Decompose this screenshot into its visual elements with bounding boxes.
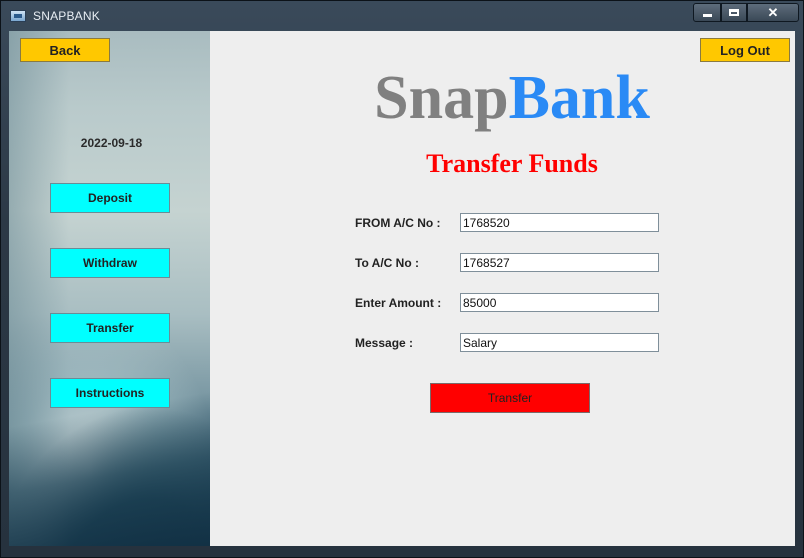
maximize-icon xyxy=(729,9,739,16)
minimize-button[interactable] xyxy=(693,3,721,22)
message-label: Message : xyxy=(355,336,414,350)
amount-input[interactable] xyxy=(460,293,659,312)
deposit-button-label: Deposit xyxy=(87,191,132,205)
deposit-button[interactable]: Deposit xyxy=(50,183,170,213)
withdraw-button[interactable]: Withdraw xyxy=(50,248,170,278)
client-area: Back 2022-09-18 Deposit Withdraw Transfe… xyxy=(9,31,795,546)
app-window: SNAPBANK ✕ Back 2022-09-18 Deposit Withd… xyxy=(0,0,804,558)
logout-button-label: Log Out xyxy=(720,42,770,58)
close-button[interactable]: ✕ xyxy=(747,3,799,22)
title-bar[interactable]: SNAPBANK ✕ xyxy=(1,1,803,31)
instructions-button[interactable]: Instructions xyxy=(50,378,170,408)
transfer-nav-button[interactable]: Transfer xyxy=(50,313,170,343)
current-date: 2022-09-18 xyxy=(80,136,143,150)
withdraw-button-label: Withdraw xyxy=(83,256,137,270)
close-icon: ✕ xyxy=(767,4,779,20)
sidebar xyxy=(9,31,210,546)
app-logo: SnapBank xyxy=(210,61,795,135)
transfer-submit-label: Transfer xyxy=(487,391,533,405)
amount-label: Enter Amount : xyxy=(355,296,442,310)
to-account-input[interactable] xyxy=(460,253,659,272)
back-button-label: Back xyxy=(49,42,81,58)
back-button[interactable]: Back xyxy=(20,38,110,62)
from-account-label: FROM A/C No : xyxy=(355,216,441,230)
transfer-submit-button[interactable]: Transfer xyxy=(430,383,590,413)
window-controls: ✕ xyxy=(693,3,799,23)
maximize-button[interactable] xyxy=(721,3,747,22)
transfer-nav-button-label: Transfer xyxy=(86,321,134,335)
logo-bank-text: Bank xyxy=(508,64,650,132)
logo-snap-text: Snap xyxy=(374,64,509,132)
logout-button[interactable]: Log Out xyxy=(700,38,790,62)
instructions-button-label: Instructions xyxy=(75,386,145,400)
page-title: Transfer Funds xyxy=(426,149,598,178)
app-icon xyxy=(10,10,26,22)
from-account-input[interactable] xyxy=(460,213,659,232)
to-account-label: To A/C No : xyxy=(355,256,419,270)
window-title: SNAPBANK xyxy=(33,9,100,23)
minimize-icon xyxy=(702,14,712,17)
message-input[interactable] xyxy=(460,333,659,352)
